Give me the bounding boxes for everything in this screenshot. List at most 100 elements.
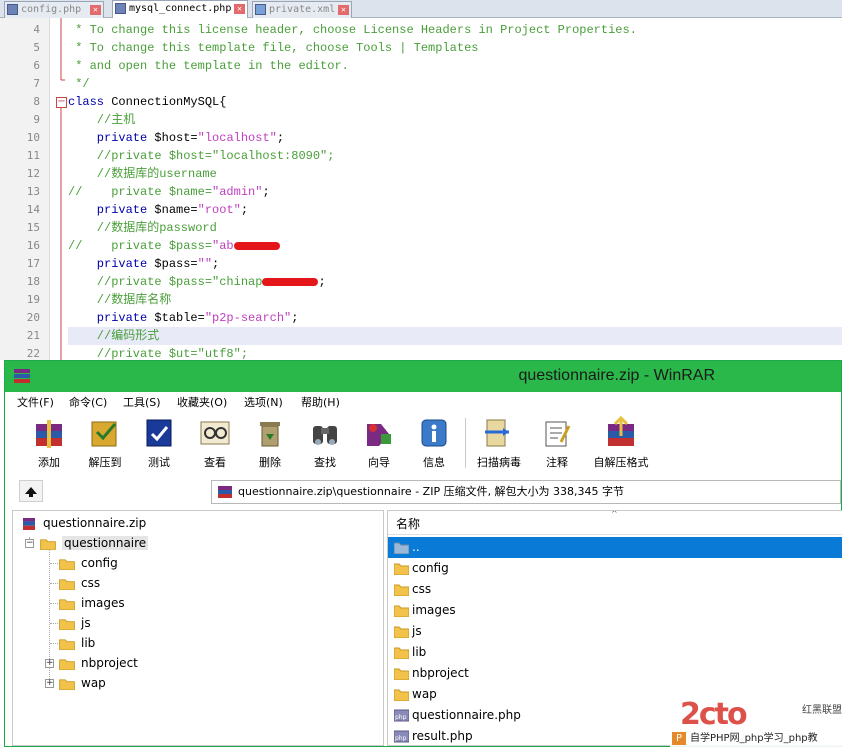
view-button[interactable]: 查看 (189, 414, 241, 470)
comment-text: * To change this template file, choose T… (68, 41, 479, 55)
toolbar-separator (465, 418, 466, 468)
line-number: 6 (33, 59, 40, 72)
list-item-images[interactable]: images (388, 600, 842, 621)
code-line[interactable]: //数据库名称 (68, 291, 842, 309)
list-item-config[interactable]: config (388, 558, 842, 579)
code-editor[interactable]: config.php ✕ mysql_connect.php ✕ private… (0, 0, 842, 360)
list-item-parent[interactable]: .. (388, 537, 842, 558)
code-line[interactable]: //private $pass="chinap; (68, 273, 842, 291)
tree-item-questionnaire[interactable]: questionnaire (40, 533, 149, 553)
expand-icon[interactable]: + (45, 659, 54, 668)
address-bar[interactable]: questionnaire.zip\questionnaire - ZIP 压缩… (211, 480, 841, 504)
tab-private-xml[interactable]: private.xml ✕ (252, 1, 352, 18)
code-line[interactable]: // private $name="admin"; (68, 183, 842, 201)
folder-icon (394, 626, 409, 638)
code-line-current[interactable]: //编码形式 (68, 327, 842, 345)
tab-mysql-connect-php[interactable]: mysql_connect.php ✕ (112, 0, 248, 18)
code-line[interactable]: //private $host="localhost:8090"; (68, 147, 842, 165)
tree-item-nbproject[interactable]: nbproject (59, 653, 138, 673)
tree-item-images[interactable]: images (59, 593, 125, 613)
test-button[interactable]: 测试 (133, 414, 185, 470)
info-button[interactable]: 信息 (408, 414, 460, 470)
code-line[interactable]: //数据库的username (68, 165, 842, 183)
line-number: 22 (26, 347, 40, 360)
code-line[interactable]: */ (68, 75, 842, 93)
folder-icon (59, 678, 75, 690)
sfx-button[interactable]: 自解压格式 (589, 414, 653, 470)
address-row: questionnaire.zip\questionnaire - ZIP 压缩… (5, 474, 841, 508)
tree-item-lib[interactable]: lib (59, 633, 95, 653)
add-button[interactable]: 添加 (23, 414, 75, 470)
file-name: js (412, 624, 422, 638)
wizard-button[interactable]: 向导 (353, 414, 405, 470)
keyword: private (68, 131, 148, 145)
folder-icon (394, 668, 409, 680)
toolbar-label: 查看 (204, 456, 226, 469)
folder-tree[interactable]: questionnaire.zip − questionnaire config… (12, 510, 384, 746)
code-line[interactable]: //数据库的password (68, 219, 842, 237)
find-button[interactable]: 查找 (299, 414, 351, 470)
scan-virus-button[interactable]: 扫描病毒 (471, 414, 527, 470)
tree-item-js[interactable]: js (59, 613, 91, 633)
menu-favorites[interactable]: 收藏夹(O) (177, 394, 227, 410)
close-icon[interactable]: ✕ (234, 4, 245, 14)
tab-config-php[interactable]: config.php ✕ (4, 1, 104, 18)
code-line[interactable]: class ConnectionMySQL{ (68, 93, 842, 111)
up-folder-button[interactable] (19, 480, 43, 502)
code-line[interactable]: private $pass=""; (68, 255, 842, 273)
code-line[interactable]: * To change this template file, choose T… (68, 39, 842, 57)
menu-help[interactable]: 帮助(H) (301, 394, 340, 410)
comment-text: //private $host="localhost:8090"; (68, 149, 335, 163)
menu-file[interactable]: 文件(F) (17, 394, 54, 410)
menu-options[interactable]: 选项(N) (244, 394, 283, 410)
fold-collapse-icon[interactable]: − (56, 97, 67, 108)
toolbar-label: 向导 (368, 456, 390, 469)
list-item-lib[interactable]: lib (388, 642, 842, 663)
menu-command[interactable]: 命令(C) (69, 394, 107, 410)
extract-icon (91, 421, 117, 447)
code-line[interactable]: private $table="p2p-search"; (68, 309, 842, 327)
title-bar[interactable]: questionnaire.zip - WinRAR (5, 361, 841, 392)
extract-to-button[interactable]: 解压到 (79, 414, 131, 470)
close-icon[interactable]: ✕ (90, 5, 101, 15)
redaction-mark (262, 277, 319, 286)
line-number: 10 (26, 131, 40, 144)
comment-button[interactable]: 注释 (531, 414, 583, 470)
list-item-css[interactable]: css (388, 579, 842, 600)
tree-item-wap[interactable]: wap (59, 673, 106, 693)
column-header-name[interactable]: 名称 (396, 515, 420, 532)
code-line[interactable]: private $name="root"; (68, 201, 842, 219)
list-item-nbproject[interactable]: nbproject (388, 663, 842, 684)
comment-text: //数据库的password (68, 221, 217, 235)
comment-text: //private $pass="chinap (68, 275, 263, 289)
line-number: 8 (33, 95, 40, 108)
toolbar-label: 删除 (259, 456, 281, 469)
string-literal: "root" (197, 203, 241, 217)
collapse-icon[interactable]: − (25, 539, 34, 548)
tree-item-root[interactable]: questionnaire.zip (21, 513, 146, 533)
file-name: .. (412, 540, 420, 554)
variable: $pass= (147, 257, 198, 271)
code-line[interactable]: private $host="localhost"; (68, 129, 842, 147)
watermark-subtitle: 红黑联盟 (802, 705, 842, 716)
code-line[interactable]: * and open the template in the editor. (68, 57, 842, 75)
menu-tools[interactable]: 工具(S) (123, 394, 161, 410)
code-line[interactable]: * To change this license header, choose … (68, 21, 842, 39)
line-number: 14 (26, 203, 40, 216)
comment-text: //数据库名称 (68, 293, 172, 307)
tree-item-css[interactable]: css (59, 573, 100, 593)
code-line[interactable]: //主机 (68, 111, 842, 129)
file-name: lib (412, 645, 427, 659)
line-number: 5 (33, 41, 40, 54)
code-line[interactable]: // private $pass="ab (68, 237, 842, 255)
code-line[interactable]: //private $ut="utf8"; (68, 345, 842, 360)
delete-button[interactable]: 删除 (244, 414, 296, 470)
toolbar-label: 测试 (148, 456, 170, 469)
close-icon[interactable]: ✕ (338, 5, 349, 15)
class-name: ConnectionMySQL{ (104, 95, 227, 109)
tree-item-config[interactable]: config (59, 553, 118, 573)
folder-icon (59, 558, 75, 570)
tree-label: images (81, 596, 125, 610)
list-item-js[interactable]: js (388, 621, 842, 642)
expand-icon[interactable]: + (45, 679, 54, 688)
